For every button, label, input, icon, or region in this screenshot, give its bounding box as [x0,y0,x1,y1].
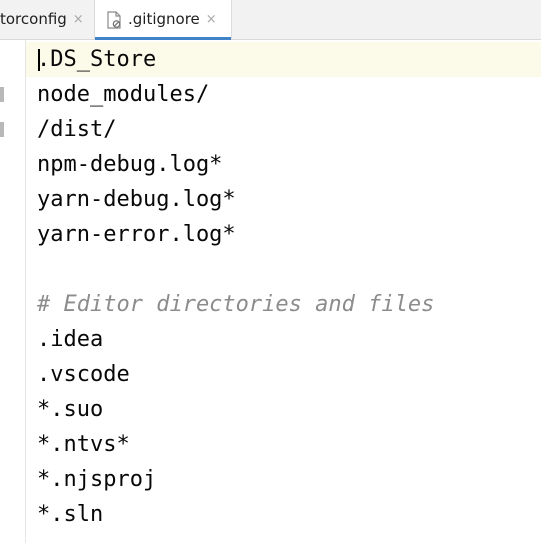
code-line: .DS_Store [37,47,157,72]
close-icon[interactable]: × [206,0,217,39]
code-line: *.ntvs* [37,432,130,457]
text-caret [38,49,40,71]
editor-tab-bar: torconfig × .gitignore × [0,0,541,40]
editor-gutter[interactable] [0,40,26,543]
code-comment-line: # Editor directories and files [37,292,435,317]
code-line: *.sln [37,502,104,527]
gitignore-file-icon [107,10,121,29]
close-icon[interactable]: × [73,0,84,39]
code-line: yarn-debug.log* [37,187,236,212]
code-line: *.njsproj [37,467,157,492]
code-line: npm-debug.log* [37,152,223,177]
code-lines: .DS_Store node_modules/ /dist/ npm-debug… [37,42,434,532]
code-line: yarn-error.log* [37,222,236,247]
change-marker[interactable] [0,122,4,137]
tab-label: .gitignore [128,10,200,28]
tab-gitignore[interactable]: .gitignore × [94,0,232,40]
tab-editorconfig[interactable]: torconfig × [0,0,94,39]
code-line: .idea [37,327,104,352]
code-editor[interactable]: .DS_Store node_modules/ /dist/ npm-debug… [0,40,541,543]
code-line: .vscode [37,362,130,387]
tab-label: torconfig [0,10,67,28]
code-line: node_modules/ [37,82,210,107]
code-line: *.suo [37,397,104,422]
code-line: /dist/ [37,117,117,142]
change-marker[interactable] [0,87,4,102]
